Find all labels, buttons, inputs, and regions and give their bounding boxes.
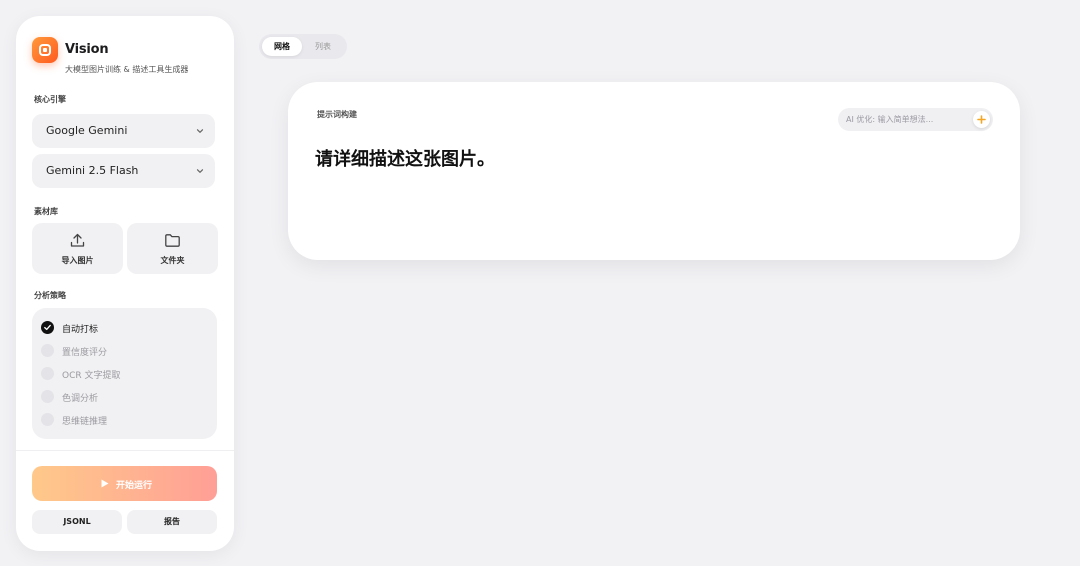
strategy-options: 自动打标 置信度评分 OCR 文字提取 色调分析 思维链推理 — [32, 308, 217, 439]
strategy-section-label: 分析策略 — [34, 291, 66, 300]
model-select[interactable]: Gemini 2.5 Flash — [32, 154, 215, 188]
app-subtitle: 大模型图片训练 & 描述工具生成器 — [65, 65, 189, 74]
option-confidence-score[interactable]: 置信度评分 — [41, 344, 201, 358]
play-icon — [101, 479, 109, 488]
provider-select-value: Google Gemini — [46, 124, 128, 137]
tab-grid-view[interactable]: 网格 — [262, 37, 302, 56]
folder-icon — [165, 234, 180, 247]
option-label: 思维链推理 — [62, 417, 108, 427]
folder-button[interactable]: 文件夹 — [127, 223, 218, 274]
start-run-button[interactable]: 开始运行 — [32, 466, 217, 501]
option-color-analysis[interactable]: 色调分析 — [41, 390, 201, 404]
option-chain-of-thought[interactable]: 思维链推理 — [41, 413, 201, 427]
engine-section-label: 核心引擎 — [34, 95, 66, 104]
upload-icon — [70, 233, 85, 247]
vision-logo-icon — [32, 37, 58, 63]
option-auto-tagging[interactable]: 自动打标 — [41, 321, 201, 335]
checkbox-unchecked[interactable] — [41, 344, 54, 357]
prompt-builder-label: 提示词构建 — [317, 110, 357, 119]
model-select-value: Gemini 2.5 Flash — [46, 164, 139, 177]
prompt-text[interactable]: 请详细描述这张图片。 — [315, 145, 495, 171]
option-label: 自动打标 — [62, 325, 99, 335]
chevron-down-icon — [196, 169, 204, 173]
option-ocr[interactable]: OCR 文字提取 — [41, 367, 201, 381]
option-label: 色调分析 — [62, 394, 99, 404]
checkbox-unchecked[interactable] — [41, 390, 54, 403]
folder-label: 文件夹 — [160, 256, 185, 265]
brand: Vision 大模型图片训练 & 描述工具生成器 — [32, 37, 222, 89]
chevron-down-icon — [196, 129, 204, 133]
plus-icon — [977, 115, 986, 124]
view-toggle: 网格 列表 — [259, 34, 347, 59]
tab-list-view[interactable]: 列表 — [303, 37, 343, 56]
provider-select[interactable]: Google Gemini — [32, 114, 215, 148]
sidebar: Vision 大模型图片训练 & 描述工具生成器 核心引擎 Google Gem… — [16, 16, 234, 551]
import-images-label: 导入图片 — [61, 256, 94, 265]
ai-optimize-input[interactable] — [838, 108, 993, 131]
start-run-label: 开始运行 — [116, 481, 153, 491]
import-images-button[interactable]: 导入图片 — [32, 223, 123, 274]
app-title: Vision — [65, 42, 109, 57]
option-label: 置信度评分 — [62, 348, 108, 358]
report-button[interactable]: 报告 — [127, 510, 217, 534]
divider — [16, 450, 234, 451]
prompt-builder-card: 提示词构建 请详细描述这张图片。 — [288, 82, 1020, 260]
checkbox-unchecked[interactable] — [41, 413, 54, 426]
library-section-label: 素材库 — [34, 207, 58, 216]
ai-optimize-add-button[interactable] — [973, 111, 990, 128]
option-label: OCR 文字提取 — [62, 371, 121, 381]
checkbox-unchecked[interactable] — [41, 367, 54, 380]
checkbox-checked[interactable] — [41, 321, 54, 334]
check-icon — [44, 324, 51, 331]
export-jsonl-button[interactable]: JSONL — [32, 510, 122, 534]
